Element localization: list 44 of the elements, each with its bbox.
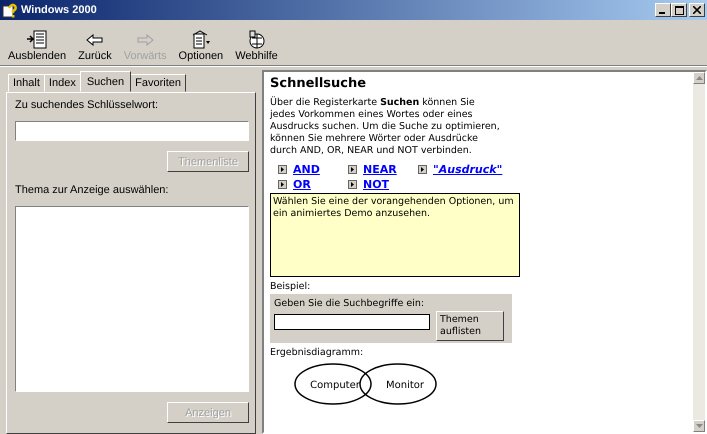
heading: Schnellsuche <box>270 76 368 91</box>
tab[interactable]: Favoriten <box>130 74 186 92</box>
tab[interactable]: Inhalt <box>8 74 45 92</box>
toolbar-button[interactable]: Ausblenden <box>2 30 72 62</box>
intro-paragraph: Über die Registerkarte Suchen können Sie jedes Vorkommen eines Wortes oder eines Ausdrucks suchen. Um die Suche zu optimieren, können Sie mehrere Wörter oder Ausdrücke durch AND, OR, NEAR und NOT verbinden. <box>270 97 501 157</box>
down-arrow-icon <box>696 424 702 428</box>
tab[interactable]: Index <box>44 74 81 92</box>
diagram-term: Computer <box>310 380 360 391</box>
toolbar-button[interactable]: Optionen <box>172 30 230 62</box>
list-topics-button[interactable]: Themen auflisten <box>436 311 504 341</box>
scroll-down-button[interactable] <box>693 420 705 432</box>
scrollbar[interactable] <box>693 72 705 432</box>
diagram-term: Monitor <box>386 380 424 391</box>
example-prompt: Geben Sie die Suchbegriffe ein: <box>274 298 426 309</box>
maximize-button[interactable] <box>671 3 687 17</box>
close-button[interactable] <box>689 3 705 17</box>
hide-pane-icon <box>26 30 48 50</box>
example-search-field[interactable] <box>274 314 430 330</box>
tab[interactable]: Suchen <box>80 71 132 92</box>
toolbar-button[interactable]: Webhilfe <box>229 30 284 62</box>
maximize-icon <box>674 6 684 14</box>
diagram-label: Ergebnisdiagramm: <box>270 347 364 358</box>
operator-link[interactable]: "Ausdruck" <box>433 163 502 176</box>
bullet-arrow-icon <box>348 180 357 189</box>
bullet-arrow-icon <box>348 165 357 174</box>
bullet-arrow-icon <box>278 165 287 174</box>
operator-link[interactable]: AND <box>293 163 320 176</box>
example-label: Beispiel: <box>270 281 312 292</box>
keyword-field[interactable] <box>15 121 249 141</box>
keyword-label: Zu suchendes Schlüsselwort: <box>15 99 160 111</box>
help-icon <box>2 2 18 18</box>
toolbar-button[interactable]: Zurück <box>72 30 118 62</box>
operator-link[interactable]: OR <box>293 178 311 191</box>
close-icon <box>693 6 701 14</box>
operator-link[interactable]: NEAR <box>363 163 397 176</box>
operator-link[interactable]: NOT <box>363 178 390 191</box>
up-arrow-icon <box>696 76 702 80</box>
bullet-arrow-icon <box>278 180 287 189</box>
window-title: Windows 2000 <box>21 4 98 16</box>
scroll-up-button[interactable] <box>693 72 705 84</box>
minimize-button[interactable] <box>655 3 671 17</box>
topic-label: Thema zur Anzeige auswählen: <box>15 184 170 196</box>
bullet-arrow-icon <box>418 165 427 174</box>
demo-text: Wählen Sie eine der vorangehenden Optionen, um ein animiertes Demo anzusehen. <box>273 196 514 219</box>
